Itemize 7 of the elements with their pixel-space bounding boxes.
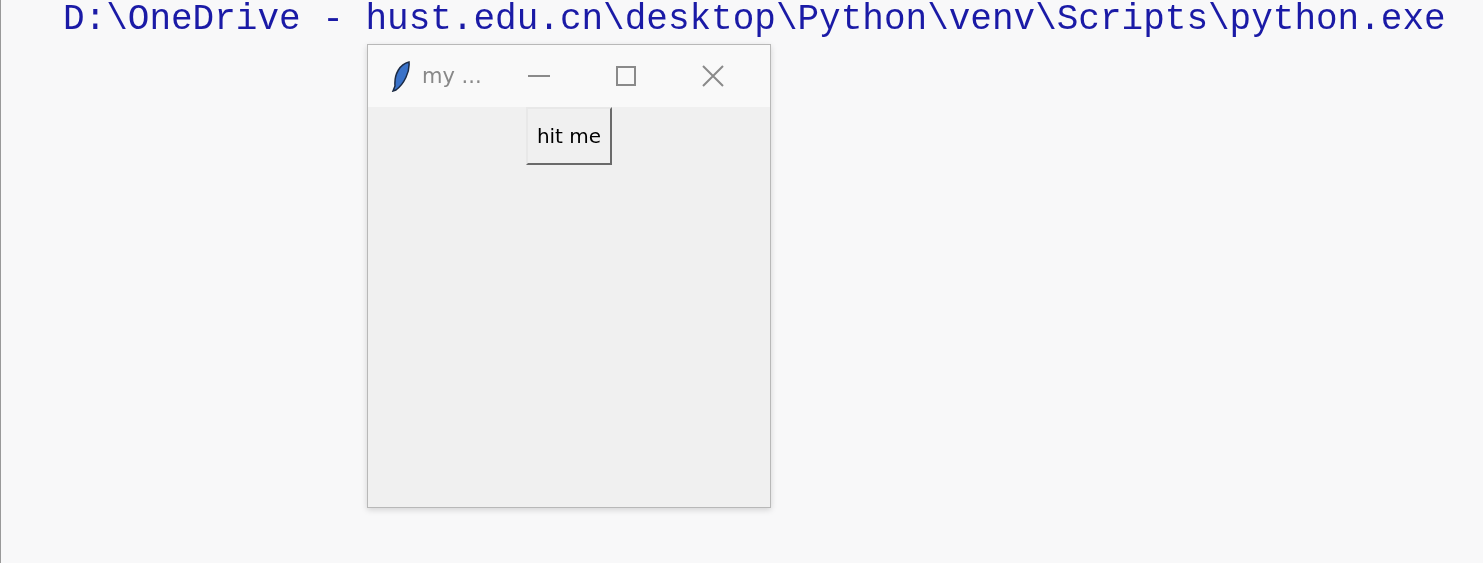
minimize-icon[interactable] [527,74,550,78]
maximize-icon[interactable] [615,66,636,86]
hit-me-button[interactable]: hit me [525,107,613,165]
close-icon[interactable] [701,65,724,87]
window-title: my ... [422,64,482,88]
feather-icon [390,60,412,92]
console-output-line: D:\OneDrive - hust.edu.cn\desktop\Python\venv\Scripts\python.exe [63,0,1446,40]
